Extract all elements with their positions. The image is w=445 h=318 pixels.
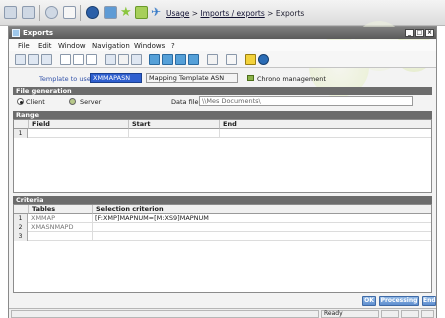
- datafile-input[interactable]: \\Mes Documents\: [199, 96, 413, 106]
- status-panel: [11, 310, 319, 318]
- print-icon[interactable]: [22, 6, 35, 19]
- pin-icon[interactable]: ✈: [151, 6, 164, 19]
- processing-button[interactable]: Processing: [379, 296, 419, 306]
- delete-icon[interactable]: [41, 54, 52, 65]
- range-col-start[interactable]: Start: [129, 120, 220, 129]
- criteria-col-tables[interactable]: Tables: [29, 205, 93, 214]
- range-grid: Field Start End 1: [13, 119, 432, 193]
- breadcrumb-separator: >: [191, 9, 199, 18]
- toolbar-separator: [80, 5, 81, 21]
- info-icon[interactable]: [245, 54, 256, 65]
- chrono-label: Chrono management: [257, 75, 326, 83]
- breadcrumb-usage[interactable]: Usage: [166, 9, 189, 18]
- row-number: 1: [14, 214, 28, 223]
- tools-icon[interactable]: [45, 6, 58, 19]
- end-button[interactable]: End: [422, 296, 436, 306]
- minimize-button[interactable]: _: [405, 29, 414, 37]
- criteria-icon[interactable]: [162, 54, 173, 65]
- link-icon[interactable]: [118, 54, 129, 65]
- row-number-header: [14, 120, 29, 129]
- window-toolbar: [9, 51, 436, 68]
- table-row[interactable]: 1: [14, 129, 431, 138]
- template-description: Mapping Template ASN: [146, 73, 238, 83]
- help-icon[interactable]: [86, 6, 99, 19]
- signal-icon[interactable]: [63, 6, 76, 19]
- menu-file[interactable]: File: [18, 42, 30, 50]
- menu-windows[interactable]: Windows: [134, 42, 165, 50]
- menu-bar: File Edit Window Navigation Windows ?: [9, 40, 436, 51]
- status-bar: Ready: [9, 308, 436, 318]
- client-label: Client: [26, 98, 45, 106]
- row-number-header: [14, 205, 29, 214]
- table-row[interactable]: 1 XMMAP [F:XMP]MAPNUM=[M:XS9]MAPNUM: [14, 214, 431, 223]
- criteria-table-cell[interactable]: XMASNMAPD: [29, 223, 93, 232]
- criteria-table-cell[interactable]: XMMAP: [29, 214, 93, 223]
- window-titlebar: Exports _ □ ×: [9, 27, 436, 39]
- breadcrumb-separator: >: [267, 9, 274, 18]
- refresh-icon[interactable]: [131, 54, 142, 65]
- template-input[interactable]: XMMAPASN: [90, 73, 142, 83]
- maximize-button[interactable]: □: [415, 29, 424, 37]
- window-title: Exports: [23, 29, 54, 37]
- server-label: Server: [80, 98, 102, 106]
- status-panel: [421, 310, 434, 318]
- status-text: Ready: [321, 310, 379, 318]
- row-number: 2: [14, 223, 28, 232]
- criteria-grid: Tables Selection criterion 1 XMMAP [F:XM…: [13, 204, 432, 293]
- client-radio[interactable]: [17, 98, 24, 105]
- copy-icon[interactable]: [73, 54, 84, 65]
- close-button[interactable]: ×: [425, 29, 434, 37]
- range-col-field[interactable]: Field: [29, 120, 129, 129]
- exports-window: Exports _ □ × File Edit Window Navigatio…: [8, 21, 437, 318]
- new-icon[interactable]: [15, 54, 26, 65]
- back-icon[interactable]: [4, 6, 17, 19]
- favorites-icon[interactable]: [135, 6, 148, 19]
- file-generation-header: File generation: [13, 87, 432, 95]
- help-icon[interactable]: [258, 54, 269, 65]
- stack-icon[interactable]: [104, 6, 117, 19]
- export-icon[interactable]: [188, 54, 199, 65]
- table-row[interactable]: 3: [14, 232, 431, 241]
- datafile-label: Data file: [171, 98, 199, 106]
- template-label: Template to use: [39, 75, 91, 83]
- row-number: 1: [14, 129, 28, 138]
- status-panel: [401, 310, 419, 318]
- range-col-end[interactable]: End: [220, 120, 431, 129]
- cut-icon[interactable]: [60, 54, 71, 65]
- menu-window[interactable]: Window: [58, 42, 86, 50]
- criteria-col-criterion[interactable]: Selection criterion: [93, 205, 431, 214]
- paste-icon[interactable]: [86, 54, 97, 65]
- server-radio[interactable]: [69, 98, 76, 105]
- first-record-icon[interactable]: [105, 54, 116, 65]
- status-panel: [381, 310, 399, 318]
- menu-navigation[interactable]: Navigation: [92, 42, 130, 50]
- range-end-cell[interactable]: [220, 129, 431, 138]
- filter-icon[interactable]: [149, 54, 160, 65]
- table-row[interactable]: 2 XMASNMAPD: [14, 223, 431, 232]
- text-field-icon[interactable]: [226, 54, 237, 65]
- star-icon[interactable]: ★: [120, 6, 133, 19]
- ok-button[interactable]: OK: [362, 296, 376, 306]
- range-start-cell[interactable]: [129, 129, 220, 138]
- select-icon[interactable]: [175, 54, 186, 65]
- toolbar-separator: [39, 5, 40, 21]
- breadcrumb-current: Exports: [275, 9, 305, 18]
- criteria-criterion-cell[interactable]: [93, 223, 431, 232]
- criteria-criterion-cell[interactable]: [F:XMP]MAPNUM=[M:XS9]MAPNUM: [93, 214, 431, 223]
- edit-text-icon[interactable]: [207, 54, 218, 65]
- window-icon: [12, 29, 20, 37]
- chrono-checkbox[interactable]: [247, 75, 254, 81]
- criteria-header: Criteria: [13, 196, 432, 204]
- breadcrumb: Usage > Imports / exports > Exports: [166, 9, 304, 18]
- menu-help[interactable]: ?: [171, 42, 175, 50]
- row-number: 3: [14, 232, 28, 241]
- range-header: Range: [13, 111, 432, 119]
- criteria-table-cell[interactable]: [29, 232, 93, 241]
- menu-edit[interactable]: Edit: [38, 42, 52, 50]
- criteria-criterion-cell[interactable]: [93, 232, 431, 241]
- breadcrumb-imports-exports[interactable]: Imports / exports: [200, 9, 264, 18]
- save-icon[interactable]: [28, 54, 39, 65]
- range-field-cell[interactable]: [29, 129, 129, 138]
